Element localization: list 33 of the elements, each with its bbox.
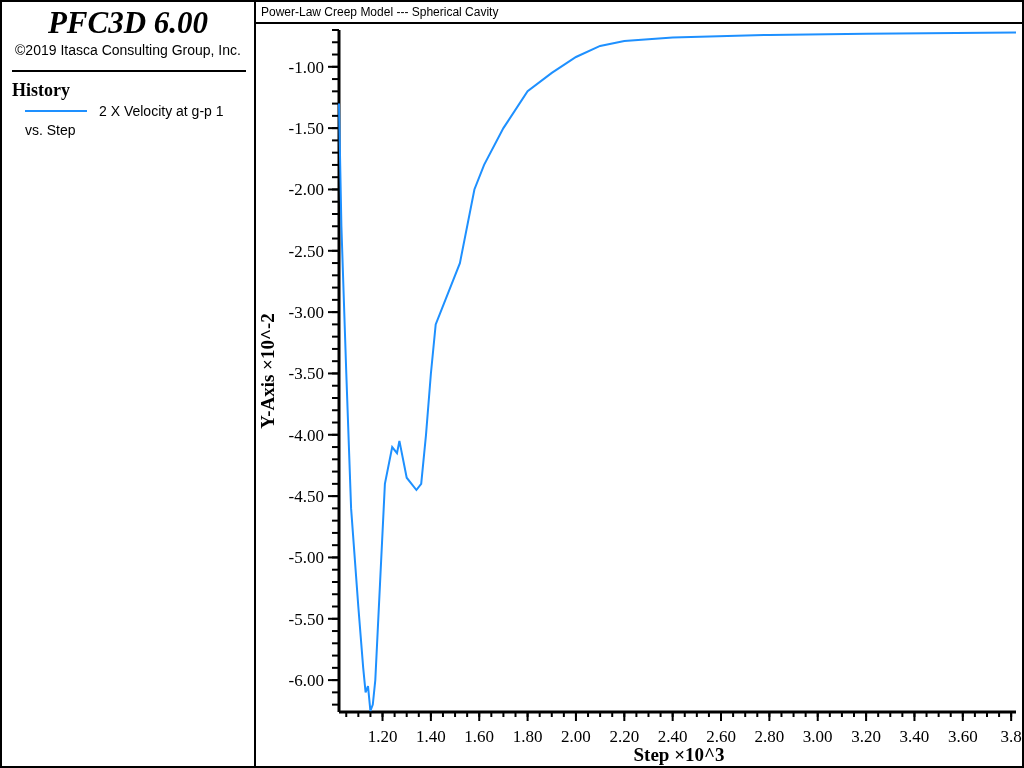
y-tick-label: -2.00 (288, 180, 324, 200)
x-tick-label: 1.20 (367, 727, 398, 746)
legend-label: 2 X Velocity at g-p 1 (99, 103, 224, 119)
x-tick-label: 3.40 (899, 727, 930, 746)
x-tick-label: 3.20 (851, 727, 881, 746)
y-tick-label: -6.00 (288, 671, 324, 691)
y-axis-label: Y-Axis ×10^-2 (257, 313, 278, 429)
x-tick-label: 1.40 (416, 727, 446, 746)
y-tick-label: -4.00 (288, 425, 324, 445)
legend-label: vs. Step (25, 122, 77, 138)
legend-heading: History (12, 80, 71, 101)
plot-title: Power-Law Creep Model --- Spherical Cavity (256, 2, 1022, 24)
x-tick-label: 2.40 (657, 727, 688, 746)
y-tick-label: -3.00 (288, 303, 324, 323)
x-tick-label: 1.80 (512, 727, 543, 746)
y-tick-label: -5.50 (288, 609, 324, 629)
y-tick-label: -2.50 (288, 241, 324, 261)
y-tick-label: -5.00 (288, 548, 324, 568)
copyright-text: ©2019 Itasca Consulting Group, Inc. (14, 42, 242, 58)
x-tick-label: 3.60 (947, 727, 978, 746)
y-tick-label: -4.50 (288, 487, 324, 507)
y-tick-label: -1.00 (288, 57, 324, 77)
x-tick-label: 1.60 (464, 727, 495, 746)
x-tick-label: 3.00 (802, 727, 833, 746)
x-tick-label: 2.60 (706, 727, 736, 746)
x-tick-label: 2.80 (754, 727, 785, 746)
x-tick-label: 3.8 (1000, 727, 1022, 746)
app-title: PFC3D 6.00 (46, 6, 210, 40)
x-tick-label: 2.20 (609, 727, 640, 746)
y-tick-label: -1.50 (288, 119, 324, 139)
y-tick-label: -3.50 (288, 364, 324, 384)
x-tick-label: 2.00 (561, 727, 591, 746)
x-axis-label: Step ×10^3 (633, 744, 725, 765)
